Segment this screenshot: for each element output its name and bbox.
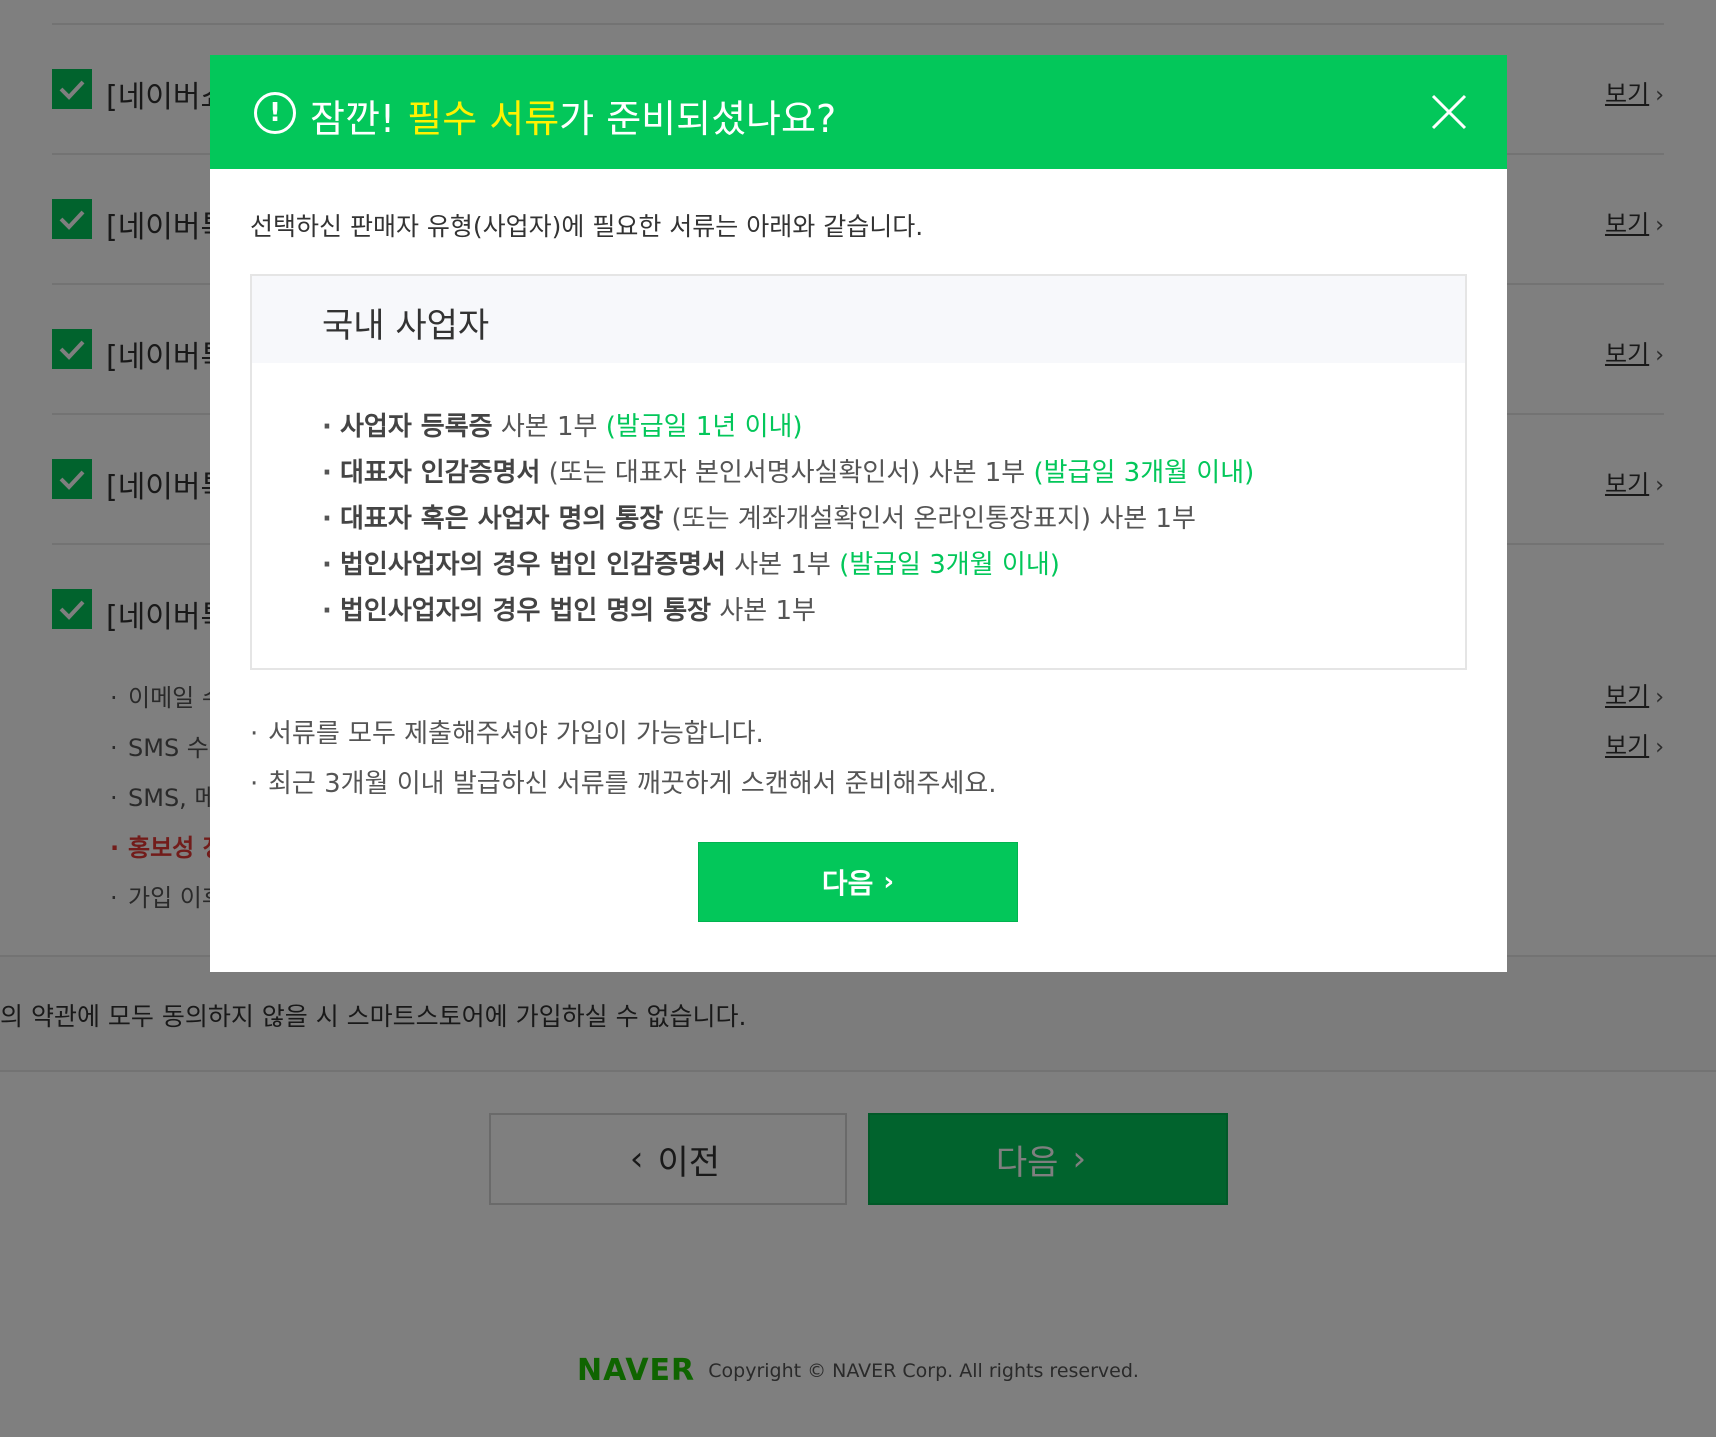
- chevron-right-icon: ›: [883, 867, 895, 897]
- modal-title: 잠깐! 필수 서류가 준비되셨나요?: [310, 97, 837, 141]
- document-list-box: 국내 사업자 · 사업자 등록증 사본 1부 (발급일 1년 이내) · 대표자 인…: [250, 274, 1467, 670]
- modal-title-highlight: 필수 서류: [407, 97, 560, 141]
- document-item: · 법인사업자의 경우 법인 인감증명서 사본 1부 (발급일 3개월 이내): [322, 550, 1060, 580]
- document-item: · 대표자 인감증명서 (또는 대표자 본인서명사실확인서) 사본 1부 (발급일…: [322, 458, 1255, 488]
- modal-intro-text: 선택하신 판매자 유형(사업자)에 필요한 서류는 아래와 같습니다.: [250, 212, 924, 241]
- document-item: · 대표자 혹은 사업자 명의 통장 (또는 계좌개설확인서 온라인통장표지) 사…: [322, 504, 1196, 534]
- close-icon: [1431, 94, 1467, 130]
- alert-circle-icon: !: [254, 92, 296, 134]
- modal-note: · 서류를 모두 제출해주셔야 가입이 가능합니다.: [250, 719, 764, 749]
- close-button[interactable]: [1429, 92, 1469, 132]
- document-box-header: 국내 사업자: [252, 276, 1465, 363]
- modal-next-button[interactable]: 다음 ›: [698, 842, 1018, 922]
- modal-note: · 최근 3개월 이내 발급하신 서류를 깨끗하게 스캔해서 준비해주세요.: [250, 769, 997, 799]
- document-item: · 법인사업자의 경우 법인 명의 통장 사본 1부: [322, 596, 816, 626]
- seller-type-title: 국내 사업자: [322, 306, 490, 346]
- document-item: · 사업자 등록증 사본 1부 (발급일 1년 이내): [322, 412, 803, 442]
- modal-header: ! 잠깐! 필수 서류가 준비되셨나요?: [210, 55, 1507, 169]
- document-list: · 사업자 등록증 사본 1부 (발급일 1년 이내) · 대표자 인감증명서 (또…: [322, 406, 1254, 636]
- required-documents-modal: ! 잠깐! 필수 서류가 준비되셨나요? 선택하신 판매자 유형(사업자)에 필…: [210, 55, 1507, 972]
